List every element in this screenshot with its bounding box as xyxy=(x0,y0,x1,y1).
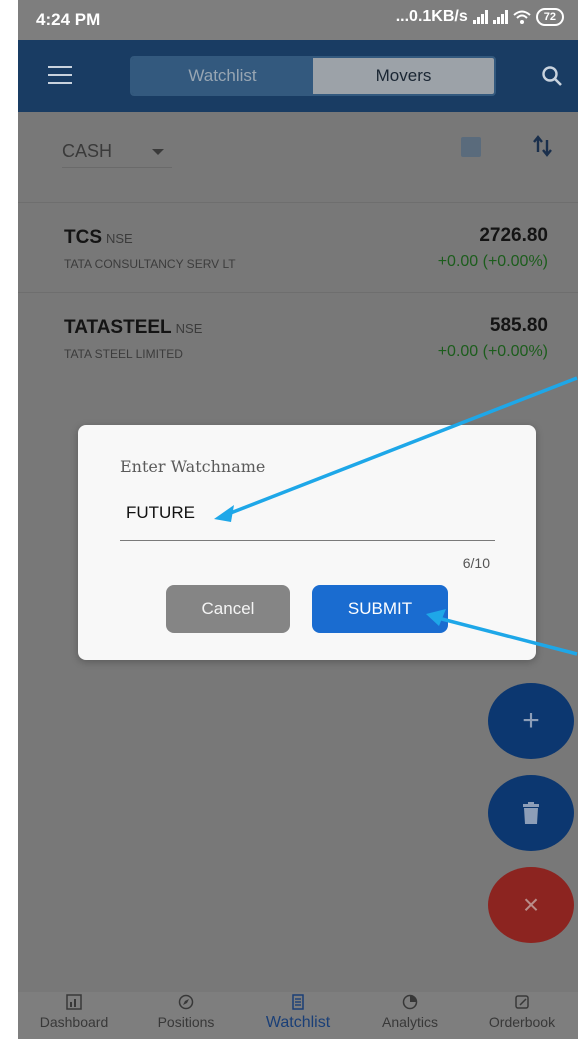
exchange-text: NSE xyxy=(175,321,203,336)
nav-dashboard[interactable]: Dashboard xyxy=(18,992,130,1039)
char-counter: 6/10 xyxy=(462,555,490,571)
row-ltp: 2726.80 xyxy=(479,225,548,246)
nav-label: Watchlist xyxy=(265,1014,331,1031)
cancel-button[interactable]: Cancel xyxy=(166,585,290,633)
nav-label: Analytics xyxy=(381,1014,439,1030)
pie-chart-icon xyxy=(402,994,418,1010)
nav-label: Dashboard xyxy=(39,1014,109,1030)
symbol-text: TATASTEEL xyxy=(64,317,172,338)
dialog-label: Enter Watchname xyxy=(120,457,266,476)
nav-orderbook[interactable]: Orderbook xyxy=(466,992,578,1039)
status-bar: 4:24 PM ...0.1KB/s 72 xyxy=(18,0,578,40)
sort-icon[interactable] xyxy=(532,134,554,160)
nav-positions[interactable]: Positions xyxy=(130,992,242,1039)
signal-icon xyxy=(472,10,488,24)
row-symbol: TCS NSE xyxy=(64,227,133,249)
compass-icon xyxy=(178,994,194,1010)
trash-icon xyxy=(523,802,539,824)
exchange-text: NSE xyxy=(106,231,133,246)
list-icon xyxy=(292,994,304,1010)
row-change: +0.00 (+0.00%) xyxy=(437,343,548,360)
wifi-icon xyxy=(513,10,531,24)
watchname-input[interactable]: FUTURE xyxy=(120,497,495,541)
app-bar: Watchlist Movers xyxy=(18,40,578,112)
row-ltp: 585.80 xyxy=(489,315,548,336)
chevron-down-icon xyxy=(152,148,164,155)
delete-fab-button[interactable] xyxy=(488,775,574,851)
row-change: +0.00 (+0.00%) xyxy=(437,253,548,270)
edit-book-icon xyxy=(515,995,529,1009)
row-company-name: TATA CONSULTANCY SERV LT xyxy=(64,257,236,271)
status-indicators: ...0.1KB/s 72 xyxy=(396,8,564,26)
signal-icon-2 xyxy=(492,10,508,24)
menu-icon[interactable] xyxy=(48,66,72,84)
tab-watchlist[interactable]: Watchlist xyxy=(132,58,313,94)
close-fab-button[interactable]: × xyxy=(488,867,574,943)
watchname-dialog: Enter Watchname FUTURE 6/10 Cancel SUBMI… xyxy=(78,425,536,660)
watchlist-row[interactable]: TATASTEEL NSE TATA STEEL LIMITED 585.80 +… xyxy=(18,292,578,382)
nav-label: Positions xyxy=(157,1014,215,1030)
phone-screen: 4:24 PM ...0.1KB/s 72 Watchlist Movers C… xyxy=(18,0,578,1039)
segment-dropdown[interactable]: CASH xyxy=(62,136,172,168)
bottom-navigation: Dashboard Positions Watchlist Analytics … xyxy=(18,992,578,1039)
tab-movers[interactable]: Movers xyxy=(313,58,494,94)
submit-button[interactable]: SUBMIT xyxy=(312,585,448,633)
row-symbol: TATASTEEL NSE xyxy=(64,317,202,339)
add-fab-button[interactable]: + xyxy=(488,683,574,759)
close-icon: × xyxy=(522,889,540,920)
watchlist-movers-toggle: Watchlist Movers xyxy=(130,56,496,96)
network-speed: ...0.1KB/s xyxy=(395,8,468,25)
filter-bar: CASH xyxy=(18,112,578,184)
watchlist-row[interactable]: TCS NSE TATA CONSULTANCY SERV LT 2726.80 … xyxy=(18,202,578,292)
symbol-text: TCS xyxy=(64,227,102,248)
plus-icon: + xyxy=(522,704,540,737)
dashboard-icon xyxy=(66,994,82,1010)
nav-label: Orderbook xyxy=(488,1014,556,1030)
segment-value: CASH xyxy=(62,141,113,161)
row-company-name: TATA STEEL LIMITED xyxy=(64,347,183,361)
search-icon[interactable] xyxy=(540,64,564,88)
battery-icon: 72 xyxy=(535,8,564,26)
nav-analytics[interactable]: Analytics xyxy=(354,992,466,1039)
status-time: 4:24 PM xyxy=(36,10,101,29)
grid-view-icon[interactable] xyxy=(461,137,481,157)
nav-watchlist[interactable]: Watchlist xyxy=(242,992,354,1039)
